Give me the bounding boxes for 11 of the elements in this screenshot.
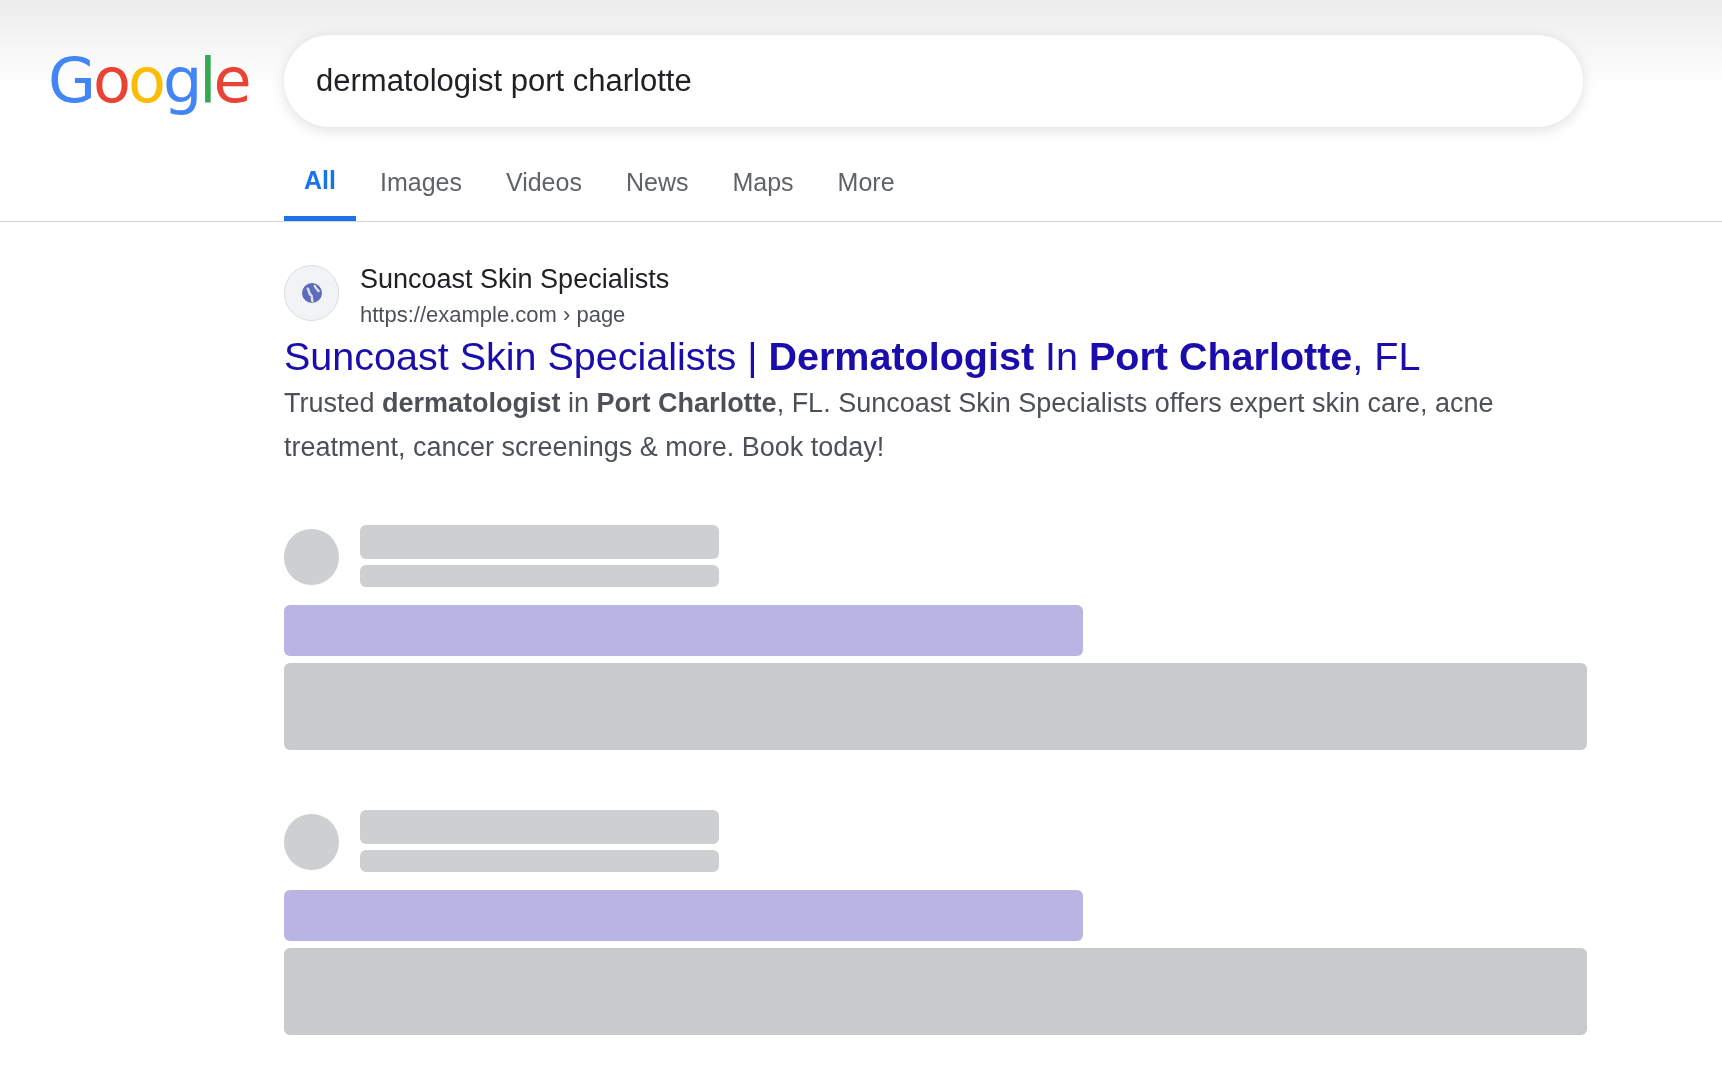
search-tab[interactable]: More [817,153,915,221]
result-url[interactable]: https://example.com › page [360,300,670,330]
search-tab[interactable]: Videos [485,153,602,221]
search-tab[interactable]: News [605,153,709,221]
result-title-link[interactable]: Suncoast Skin Specialists | Dermatologist In Port Charlotte, FL [284,333,1610,379]
result-snippet: Trusted dermatologist in Port Charlotte, FL. Suncoast Skin Specialists offers expert skin care, acne treatment, cancer screenings & more. Book today! [284,387,1495,464]
search-field[interactable]: dermatologist port charlotte [284,35,1583,127]
search-tab[interactable]: All [284,153,356,221]
site-name: Suncoast Skin Specialists [360,263,670,296]
search-tab[interactable]: Maps [712,153,814,221]
search-tab[interactable]: Images [359,153,482,221]
